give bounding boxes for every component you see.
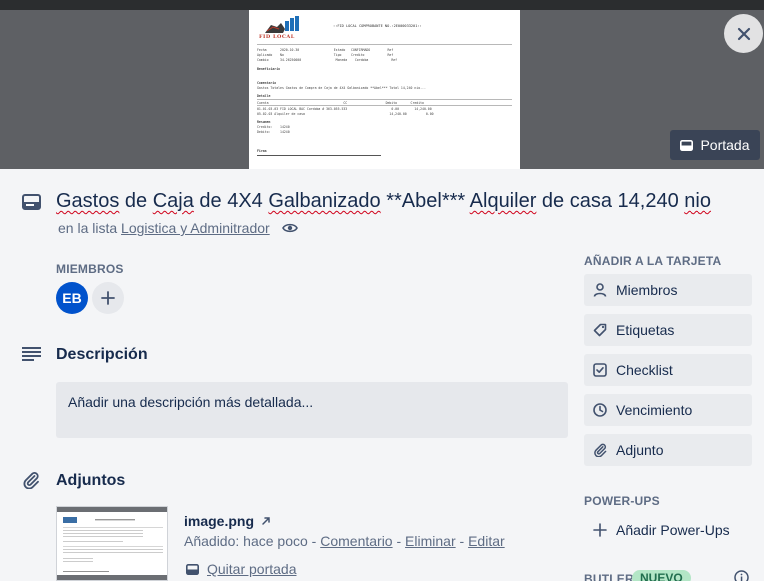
new-badge: NUEVO <box>632 570 691 581</box>
checklist-button-label: Checklist <box>616 362 673 378</box>
plus-icon <box>101 291 115 305</box>
doc-signature-line <box>257 155 381 156</box>
card-cover-icon <box>680 139 694 151</box>
doc-row: Detalle <box>257 94 271 98</box>
close-button[interactable] <box>724 14 763 53</box>
labels-button-label: Etiquetas <box>616 322 675 338</box>
add-powerups-label: Añadir Power-Ups <box>616 522 730 538</box>
person-icon <box>593 283 607 297</box>
paperclip-icon <box>23 472 39 489</box>
card-cover: FID LOCAL ::FID LOCAL COMPROBANTE NO.:2E… <box>0 0 764 169</box>
checkbox-icon <box>593 363 607 377</box>
avatar[interactable]: EB <box>56 282 88 314</box>
members-button-label: Miembros <box>616 282 678 298</box>
doc-row: Aplicado No Tipo Credito Ref <box>257 53 394 57</box>
description-input[interactable]: Añadir una descripción más detallada... <box>56 382 568 438</box>
due-date-button-label: Vencimiento <box>616 402 693 418</box>
title-word: Caja <box>152 190 194 212</box>
separator: - <box>307 533 321 549</box>
attachment-meta: Añadido: hace poco - Comentario - Elimin… <box>184 533 505 549</box>
cover-top-band <box>0 0 764 10</box>
doc-row: Credito: 14240 <box>257 125 290 129</box>
edit-link[interactable]: Editar <box>468 533 505 549</box>
info-icon[interactable] <box>734 570 749 581</box>
doc-title-text: ::FID LOCAL COMPROBANTE NO.:2E000033201:… <box>333 24 422 28</box>
doc-rule <box>257 105 512 106</box>
in-list-prefix: en la lista <box>58 220 118 236</box>
thumbnail-band <box>57 507 167 512</box>
plus-icon <box>593 523 607 537</box>
doc-row: Cambio 34.26250000 Moneda Cordoba Ref <box>257 58 398 62</box>
title-word: Galbanizado <box>268 190 381 212</box>
attachment-thumbnail[interactable] <box>56 506 168 581</box>
title-text: de casa 14,240 <box>536 190 685 212</box>
due-date-button[interactable]: Vencimiento <box>584 394 752 426</box>
external-link-arrow-icon[interactable] <box>261 516 271 526</box>
description-icon <box>22 347 41 361</box>
members-label: MIEMBROS <box>56 262 124 276</box>
list-breadcrumb: en la lista Logistica y Adminitrador <box>58 220 270 236</box>
attachment-added-time: Añadido: hace poco <box>184 533 308 549</box>
comment-link[interactable]: Comentario <box>320 533 392 549</box>
add-to-card-label: AÑADIR A LA TARJETA <box>584 254 722 268</box>
card-cover-icon <box>186 563 199 575</box>
doc-rule <box>257 99 512 100</box>
attachment-button[interactable]: Adjunto <box>584 434 752 466</box>
powerups-label: POWER-UPS <box>584 494 660 508</box>
close-icon <box>737 27 750 40</box>
clock-icon <box>593 403 607 417</box>
description-heading: Descripción <box>56 346 148 363</box>
checklist-button[interactable]: Checklist <box>584 354 752 386</box>
doc-row: Beneficiario <box>257 67 281 71</box>
doc-row: Firma <box>257 149 267 153</box>
butler-label: BUTLER <box>584 572 634 581</box>
cover-button-label: Portada <box>700 137 750 153</box>
delete-link[interactable]: Eliminar <box>405 533 456 549</box>
separator: - <box>455 533 469 549</box>
title-text: de 4X4 <box>193 190 269 212</box>
tag-icon <box>593 323 607 337</box>
thumbnail-document-preview <box>63 517 163 572</box>
attachment-button-label: Adjunto <box>616 442 664 458</box>
doc-row: Fecha 2020-10-30 Estado CONFIRMADO Ref <box>257 48 394 52</box>
card-title[interactable]: Gastos de Caja de 4X4 Galbanizado **Abel… <box>56 190 711 213</box>
title-word: Gastos <box>56 190 120 212</box>
doc-brand-text: FID LOCAL <box>259 34 295 40</box>
doc-row: Comentario <box>257 81 277 85</box>
doc-rule <box>257 44 512 45</box>
attachment-name: image.png <box>184 513 255 529</box>
members-button[interactable]: Miembros <box>584 274 752 306</box>
remove-cover-label: Quitar portada <box>207 561 297 577</box>
attachments-heading: Adjuntos <box>56 472 126 489</box>
cover-button[interactable]: Portada <box>670 130 760 160</box>
card-icon <box>22 194 41 210</box>
separator: - <box>392 533 406 549</box>
doc-row: Gastos Totales Gastos de Compra de Caja … <box>257 86 426 90</box>
cover-document-image: FID LOCAL ::FID LOCAL COMPROBANTE NO.:2E… <box>249 10 520 169</box>
remove-cover-link[interactable]: Quitar portada <box>186 561 297 577</box>
paperclip-icon <box>594 443 607 457</box>
add-member-button[interactable] <box>92 282 124 314</box>
title-text: **Abel*** <box>380 190 470 212</box>
labels-button[interactable]: Etiquetas <box>584 314 752 346</box>
doc-row: 05-02-03 Alquiler de casa 14,240.00 0.00 <box>257 112 434 116</box>
title-text: de <box>119 190 153 212</box>
doc-row: 01-01-03-03 FID LOCAL BAC Cordoba # 363-… <box>257 107 432 111</box>
thumbnail-band <box>57 575 167 580</box>
list-link[interactable]: Logistica y Adminitrador <box>121 220 270 236</box>
doc-row: Debito: 14240 <box>257 130 290 134</box>
eye-icon[interactable] <box>282 222 298 234</box>
add-powerups-button[interactable]: Añadir Power-Ups <box>584 514 752 546</box>
title-word: Alquiler <box>469 190 537 212</box>
title-word: nio <box>684 190 711 212</box>
doc-row: Resumen <box>257 120 271 124</box>
